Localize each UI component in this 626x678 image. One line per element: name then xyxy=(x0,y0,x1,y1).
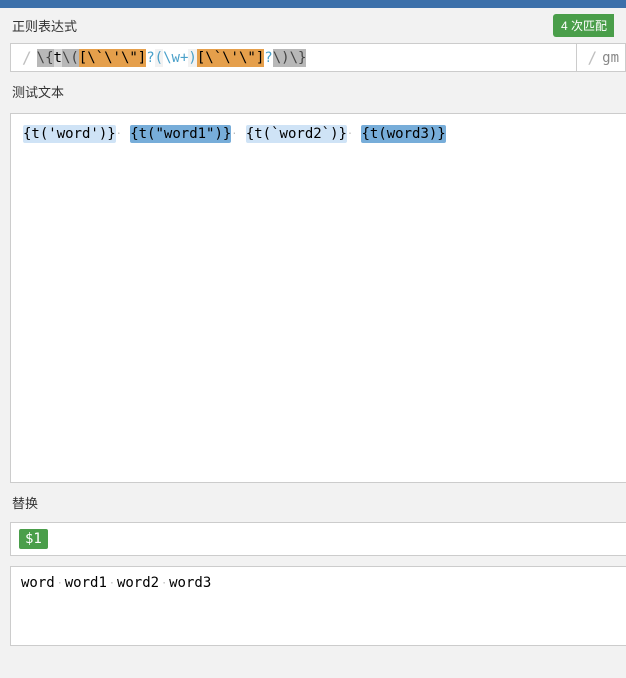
test-input[interactable]: {t('word')}· {t("word1")}· {t(`word2`)}·… xyxy=(10,113,626,483)
match-count-badge: 4 次匹配 xyxy=(553,14,614,37)
result-word: word xyxy=(21,575,55,591)
regex-slash-open: / xyxy=(17,48,37,67)
regex-label: 正则表达式 xyxy=(12,16,77,35)
regex-input[interactable]: / \{t\([\`\'\"]?(\w+)[\`\'\"]?\)\} xyxy=(10,43,577,72)
regex-slash-close: / xyxy=(583,48,603,67)
match-highlight: {t(word3)} xyxy=(361,125,445,143)
test-label: 测试文本 xyxy=(12,85,64,100)
regex-flags: gm xyxy=(602,50,619,66)
subst-label: 替换 xyxy=(12,496,38,511)
substitution-result: word·word1·word2·word3 xyxy=(10,566,626,646)
subst-pattern-token: $1 xyxy=(19,529,48,549)
match-highlight: {t("word1")} xyxy=(130,125,231,143)
title-bar xyxy=(0,0,626,8)
subst-section-header: 替换 xyxy=(0,483,626,518)
substitution-input[interactable]: $1 xyxy=(10,522,626,556)
match-highlight: {t(`word2`)} xyxy=(246,125,347,143)
result-word: word3 xyxy=(169,575,211,591)
test-section-header: 测试文本 xyxy=(0,72,626,107)
result-word: word2 xyxy=(117,575,159,591)
result-word: word1 xyxy=(65,575,107,591)
regex-pattern: \{t\([\`\'\"]?(\w+)[\`\'\"]?\)\} xyxy=(37,50,570,66)
regex-section-header: 正则表达式 4 次匹配 xyxy=(0,8,626,43)
regex-flags-input[interactable]: / gm xyxy=(577,43,626,72)
match-highlight: {t('word')} xyxy=(23,125,116,143)
